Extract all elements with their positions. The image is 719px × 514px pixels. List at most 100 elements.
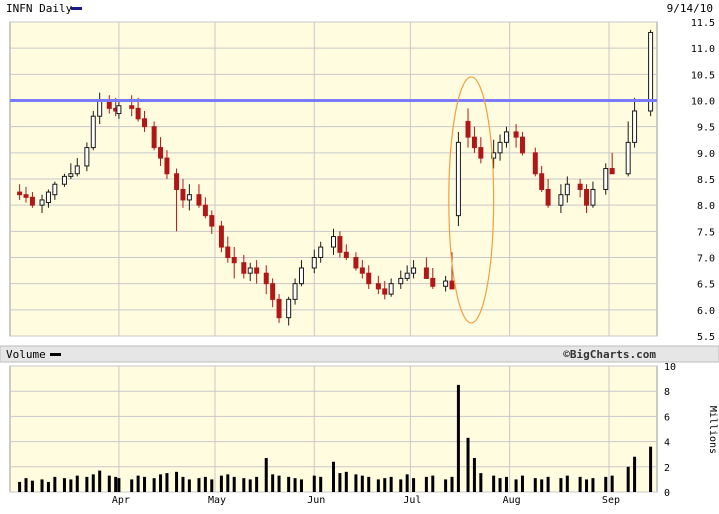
price-header-bar [0, 0, 719, 16]
candle-up [411, 267, 417, 274]
volume-bar [85, 476, 89, 492]
volume-bar [450, 476, 454, 492]
candle-down [142, 118, 148, 128]
price-y-tick-label: 6.0 [697, 306, 715, 317]
x-tick-label: Jun [307, 495, 325, 506]
volume-bar [344, 471, 348, 492]
price-y-tick-label: 10.0 [691, 97, 715, 108]
volume-y-tick-label: 4 [664, 438, 670, 449]
volume-bar [367, 476, 371, 492]
volume-bar [159, 474, 163, 492]
candle-down [23, 194, 29, 198]
x-tick-label: Aug [503, 495, 521, 506]
candle-up [61, 175, 67, 185]
volume-bar [649, 446, 653, 492]
candle-up [52, 183, 58, 196]
candle-up [404, 272, 410, 279]
volume-bar [585, 479, 589, 492]
candle-down [254, 267, 260, 274]
candle-down [465, 120, 471, 138]
volume-y-tick-label: 8 [664, 387, 670, 398]
volume-bar [197, 478, 201, 492]
volume-bar [444, 479, 448, 492]
candle-down [366, 272, 372, 285]
ticker-title: INFN Daily [6, 2, 73, 15]
stock-chart: 11.5 11.0 10.5 10.0 9.5 9.0 8.5 8.0 7.5 7.0 6.5 6.0… [0, 0, 719, 510]
volume-bar [456, 384, 460, 492]
chart-svg: 11.5 11.0 10.5 10.0 9.5 9.0 8.5 8.0 7.5 7.0 6.5 6.0… [0, 0, 719, 506]
candle-down [135, 107, 141, 120]
candle-up [558, 194, 564, 206]
candle-up [398, 277, 404, 285]
candle-up [590, 188, 596, 206]
volume-bar [610, 475, 614, 492]
candle-down [513, 131, 519, 138]
volume-bar [248, 479, 252, 492]
volume-bar [604, 476, 608, 492]
volume-bar [633, 456, 637, 492]
volume-bar [40, 479, 44, 492]
volume-y-tick-label: 6 [664, 412, 670, 423]
candle-up [68, 173, 74, 177]
candle-up [603, 168, 609, 190]
candle-down [359, 267, 365, 274]
volume-bar [264, 457, 268, 492]
candle-down [17, 191, 23, 196]
candle-down [276, 298, 282, 319]
volume-y-tick-label: 10 [664, 362, 676, 373]
candle-up [292, 283, 298, 300]
candle-up [84, 147, 90, 167]
volume-title: Volume [6, 348, 46, 361]
candle-down [270, 283, 276, 300]
candle-down [129, 105, 135, 109]
volume-bar [492, 475, 496, 492]
volume-bar [299, 479, 303, 492]
candle-down [545, 188, 551, 206]
candle-up [455, 141, 461, 217]
volume-bar [232, 476, 236, 492]
candle-down [375, 283, 381, 290]
volume-bar [181, 476, 185, 492]
volume-bar [424, 476, 428, 492]
volume-bar [293, 478, 297, 492]
candle-down [164, 157, 170, 175]
candle-down [343, 251, 349, 258]
volume-bar [565, 475, 569, 492]
volume-unit-label: Millions [707, 406, 718, 454]
candle-down [263, 272, 269, 285]
volume-bar [30, 480, 34, 492]
volume-bar [287, 476, 291, 492]
volume-bar [466, 437, 470, 492]
price-y-tick-label: 5.5 [697, 332, 715, 343]
volume-bar [98, 470, 102, 492]
price-y-tick-label: 8.5 [697, 175, 715, 186]
candle-up [74, 165, 80, 175]
volume-bar [226, 474, 230, 492]
candle-up [90, 115, 96, 149]
volume-bar [255, 476, 259, 492]
candle-down [532, 152, 538, 175]
candle-up [311, 257, 317, 269]
candle-up [503, 131, 509, 143]
candle-up [298, 267, 304, 285]
candle-down [174, 173, 180, 190]
candle-down [539, 173, 545, 190]
brand-label: ©BigCharts.com [563, 348, 656, 361]
candle-down [218, 225, 224, 248]
candle-down [382, 288, 388, 295]
volume-bar [626, 466, 630, 492]
volume-bar [143, 476, 147, 492]
volume-bar [24, 478, 28, 492]
x-tick-label: May [208, 495, 226, 506]
candle-up [497, 141, 503, 154]
candle-up [186, 194, 192, 201]
volume-bar [431, 475, 435, 492]
volume-bar [165, 473, 169, 492]
volume-bar [383, 478, 387, 492]
price-y-tick-label: 9.0 [697, 149, 715, 160]
volume-y-tick-labels: 10 8 6 4 2 0 [664, 362, 676, 499]
price-y-tick-labels: 11.5 11.0 10.5 10.0 9.5 9.0 8.5 8.0 7.5 7.0 6.5 6.0… [691, 18, 715, 343]
volume-bar [271, 474, 275, 492]
candle-down [609, 168, 615, 175]
volume-bar [591, 478, 595, 492]
